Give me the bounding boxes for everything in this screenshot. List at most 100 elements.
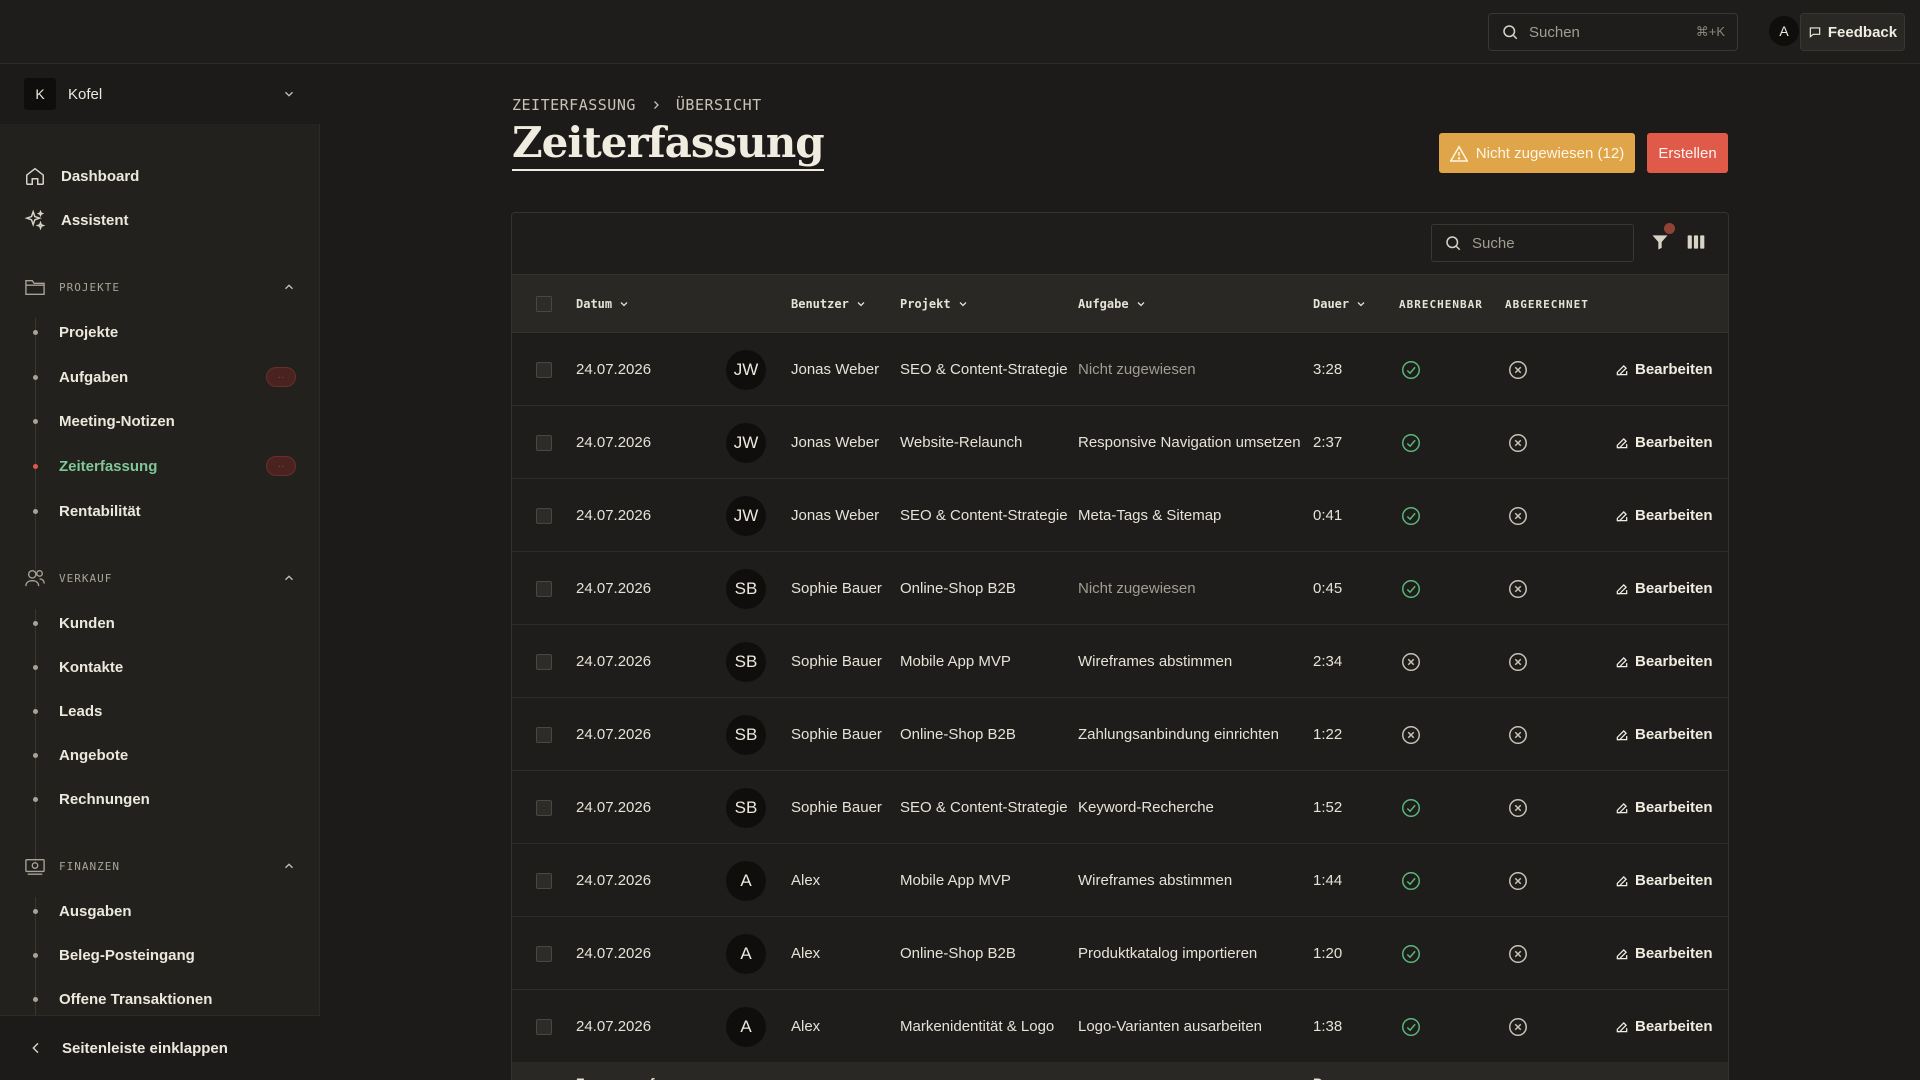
chevron-down-icon	[857, 302, 865, 307]
sidebar-item-kunden[interactable]: Kunden	[30, 608, 296, 638]
workspace-switcher[interactable]: K Kofel	[0, 64, 320, 124]
entry-project[interactable]: SEO & Content-Strategie	[900, 479, 1068, 552]
row-checkbox[interactable]	[536, 580, 552, 597]
unassigned-button[interactable]: Nicht zugewiesen (12)	[1439, 133, 1635, 173]
select-all-checkbox[interactable]	[536, 296, 552, 312]
row-checkbox[interactable]	[536, 872, 552, 889]
edit-label: Bearbeiten	[1635, 434, 1713, 451]
column-header-user[interactable]: Benutzer	[791, 275, 867, 333]
entry-project[interactable]: Website-Relaunch	[900, 406, 1022, 479]
global-search-input[interactable]: Suchen ⌘+K	[1488, 13, 1738, 51]
edit-button[interactable]: Bearbeiten	[1615, 333, 1713, 406]
entry-project[interactable]: Markenidentität & Logo	[900, 990, 1054, 1063]
user-avatar[interactable]: A	[1769, 16, 1799, 46]
edit-button[interactable]: Bearbeiten	[1615, 844, 1713, 917]
check-circle-icon	[1400, 406, 1422, 479]
edit-button[interactable]: Bearbeiten	[1615, 552, 1713, 625]
row-checkbox[interactable]	[536, 507, 552, 524]
entry-user: Jonas Weber	[791, 434, 880, 451]
sidebar-item-offene-transaktionen[interactable]: Offene Transaktionen	[30, 984, 296, 1014]
edit-button[interactable]: Bearbeiten	[1615, 479, 1713, 552]
entry-task[interactable]: Nicht zugewiesen	[1078, 552, 1196, 625]
entry-task[interactable]: Meta-Tags & Sitemap	[1078, 479, 1221, 552]
sidebar-item-meeting-notizen[interactable]: Meeting-Notizen	[30, 406, 296, 436]
section-verkauf[interactable]: VERKAUF	[24, 564, 296, 592]
column-header-project[interactable]: Projekt	[900, 275, 969, 333]
table-row[interactable]: 24.07.2026 SB Sophie Bauer Online-Shop B2B N…	[512, 552, 1728, 625]
table-row[interactable]: 24.07.2026 SB Sophie Bauer SEO & Content-St…	[512, 771, 1728, 844]
breadcrumb-item[interactable]: ZEITERFASSUNG	[512, 96, 636, 114]
table-search-input[interactable]: Suche	[1431, 224, 1634, 262]
entry-duration: 3:28	[1313, 361, 1343, 378]
table-row[interactable]: 24.07.2026 SB Sophie Bauer Online-Shop B2B Z…	[512, 698, 1728, 771]
entry-task[interactable]: Responsive Navigation umsetzen	[1078, 406, 1301, 479]
avatar-cell: SB	[726, 771, 766, 844]
row-checkbox[interactable]	[536, 799, 552, 816]
collapse-sidebar-button[interactable]: Seitenleiste einklappen	[0, 1015, 320, 1080]
sidebar-item-rentabilitaet[interactable]: Rentabilität	[30, 496, 296, 526]
entry-task[interactable]: Logo-Varianten ausarbeiten	[1078, 990, 1262, 1063]
sidebar-item-ausgaben[interactable]: Ausgaben	[30, 896, 296, 926]
row-checkbox[interactable]	[536, 653, 552, 670]
table-row[interactable]: 24.07.2026 JW Jonas Weber Website-Relaunch R…	[512, 406, 1728, 479]
edit-button[interactable]: Bearbeiten	[1615, 406, 1713, 479]
entry-task[interactable]: Wireframes abstimmen	[1078, 844, 1232, 917]
table-row[interactable]: 24.07.2026 A Alex Mobile App MVP Wireframes …	[512, 844, 1728, 917]
entry-project[interactable]: Online-Shop B2B	[900, 552, 1016, 625]
entry-project[interactable]: SEO & Content-Strategie	[900, 771, 1068, 844]
section-finanzen[interactable]: FINANZEN	[24, 852, 296, 880]
sidebar-item-rechnungen[interactable]: Rechnungen	[30, 784, 296, 814]
entry-user: Alex	[791, 1018, 821, 1035]
bullet	[33, 374, 38, 380]
sidebar-item-beleg-posteingang[interactable]: Beleg-Posteingang	[30, 940, 296, 970]
entry-project[interactable]: SEO & Content-Strategie	[900, 333, 1068, 406]
entry-task[interactable]: Wireframes abstimmen	[1078, 625, 1232, 698]
table-row[interactable]: 24.07.2026 SB Sophie Bauer Mobile App MVP Wi…	[512, 625, 1728, 698]
row-checkbox[interactable]	[536, 726, 552, 743]
entry-task[interactable]: Zahlungsanbindung einrichten	[1078, 698, 1279, 771]
table-row[interactable]: 24.07.2026 JW Jonas Weber SEO & Content-Str…	[512, 479, 1728, 552]
table-row[interactable]: 24.07.2026 A Alex Markenidentität & Logo Log…	[512, 990, 1728, 1063]
entry-date: 24.07.2026	[576, 580, 652, 597]
section-projekte[interactable]: PROJEKTE	[24, 273, 296, 301]
entry-project[interactable]: Mobile App MVP	[900, 844, 1011, 917]
columns-icon[interactable]	[1686, 233, 1706, 251]
entry-task[interactable]: Produktkatalog importieren	[1078, 917, 1257, 990]
column-header-task[interactable]: Aufgabe	[1078, 275, 1147, 333]
table-row[interactable]: 24.07.2026 A Alex Online-Shop B2B Produktkat…	[512, 917, 1728, 990]
chevron-down-icon	[620, 302, 628, 307]
breadcrumb-item-current: ÜBERSICHT	[675, 96, 762, 114]
row-checkbox[interactable]	[536, 945, 552, 962]
entry-user: Sophie Bauer	[791, 580, 882, 597]
avatar: A	[726, 933, 766, 974]
edit-button[interactable]: Bearbeiten	[1615, 625, 1713, 698]
table-row[interactable]: 24.07.2026 JW Jonas Weber SEO & Content-Str…	[512, 333, 1728, 406]
column-header-date[interactable]: Datum	[576, 275, 630, 333]
edit-button[interactable]: Bearbeiten	[1615, 990, 1713, 1063]
sidebar-item-dashboard[interactable]: Dashboard	[24, 162, 139, 190]
edit-button[interactable]: Bearbeiten	[1615, 771, 1713, 844]
sidebar-item-projekte[interactable]: Projekte	[30, 317, 296, 347]
entry-task[interactable]: Nicht zugewiesen	[1078, 333, 1196, 406]
row-checkbox[interactable]	[536, 1018, 552, 1035]
entry-project[interactable]: Online-Shop B2B	[900, 698, 1016, 771]
sidebar-item-leads[interactable]: Leads	[30, 696, 296, 726]
sidebar-item-aufgaben[interactable]: Aufgaben ··	[30, 362, 296, 392]
sidebar-item-zeiterfassung[interactable]: Zeiterfassung ··	[30, 451, 296, 481]
entry-task[interactable]: Keyword-Recherche	[1078, 771, 1214, 844]
edit-icon	[1615, 801, 1629, 815]
edit-button[interactable]: Bearbeiten	[1615, 698, 1713, 771]
sidebar-item-angebote[interactable]: Angebote	[30, 740, 296, 770]
filter-icon[interactable]	[1650, 232, 1670, 252]
entry-project[interactable]: Mobile App MVP	[900, 625, 1011, 698]
edit-button[interactable]: Bearbeiten	[1615, 917, 1713, 990]
feedback-button[interactable]: Feedback	[1800, 13, 1905, 51]
column-header-duration[interactable]: Dauer	[1313, 275, 1367, 333]
row-checkbox[interactable]	[536, 361, 552, 378]
create-button[interactable]: Erstellen	[1647, 133, 1728, 173]
row-checkbox[interactable]	[536, 434, 552, 451]
entry-project[interactable]: Online-Shop B2B	[900, 917, 1016, 990]
sidebar-item-kontakte[interactable]: Kontakte	[30, 652, 296, 682]
entry-date: 24.07.2026	[576, 507, 652, 524]
sidebar-item-assistent[interactable]: Assistent	[24, 206, 129, 234]
